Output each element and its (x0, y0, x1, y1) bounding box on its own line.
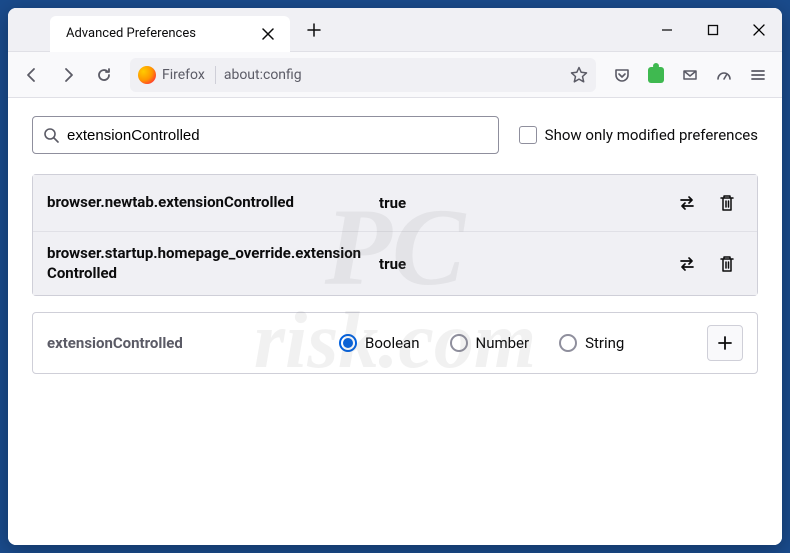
radio-string[interactable]: String (559, 334, 624, 352)
active-tab[interactable]: Advanced Preferences (50, 16, 290, 52)
content-area: Show only modified preferences browser.n… (8, 98, 782, 545)
extension-button[interactable] (640, 59, 672, 91)
type-radio-group: Boolean Number String (339, 334, 695, 352)
toggle-button[interactable] (671, 248, 703, 280)
back-button[interactable] (16, 59, 48, 91)
nav-toolbar: Firefox about:config (8, 52, 782, 98)
radio-icon (450, 334, 468, 352)
search-row: Show only modified preferences (32, 116, 758, 154)
radio-icon (559, 334, 577, 352)
close-icon (262, 28, 274, 40)
maximize-icon (707, 24, 719, 36)
add-pref-button[interactable] (707, 325, 743, 361)
inbox-button[interactable] (674, 59, 706, 91)
pref-search-box[interactable] (32, 116, 499, 154)
radio-number[interactable]: Number (450, 334, 530, 352)
star-icon (570, 66, 588, 84)
tab-title: Advanced Preferences (66, 26, 196, 41)
radio-boolean[interactable]: Boolean (339, 334, 420, 352)
radio-icon (339, 334, 357, 352)
radio-label: String (585, 334, 624, 352)
checkbox-label: Show only modified preferences (545, 126, 758, 144)
new-pref-block: extensionControlled Boolean Number Strin… (32, 312, 758, 374)
swap-icon (678, 255, 696, 273)
pref-value: true (379, 255, 659, 273)
minimize-icon (661, 24, 673, 36)
pref-actions (671, 187, 743, 219)
titlebar: Advanced Preferences (8, 8, 782, 52)
toggle-button[interactable] (671, 187, 703, 219)
pref-row[interactable]: browser.startup.homepage_override.extens… (33, 232, 757, 295)
trash-icon (719, 255, 735, 273)
pocket-button[interactable] (606, 59, 638, 91)
browser-window: Advanced Preferences (8, 8, 782, 545)
tab-close-button[interactable] (256, 22, 280, 46)
radio-label: Number (476, 334, 530, 352)
pref-name: browser.startup.homepage_override.extens… (47, 244, 367, 283)
pref-name: browser.newtab.extensionControlled (47, 193, 367, 213)
trash-icon (719, 194, 735, 212)
arrow-right-icon (60, 67, 76, 83)
minimize-button[interactable] (644, 8, 690, 51)
new-pref-name: extensionControlled (47, 334, 327, 352)
url-text: about:config (224, 67, 562, 83)
pref-row[interactable]: browser.newtab.extensionControlled true (33, 175, 757, 232)
delete-button[interactable] (711, 187, 743, 219)
urlbar-actions (570, 66, 588, 84)
reload-button[interactable] (88, 59, 120, 91)
identity-label: Firefox (162, 67, 205, 83)
window-controls (644, 8, 782, 51)
search-icon (43, 127, 59, 143)
window-close-button[interactable] (736, 8, 782, 51)
toolbar-icons (606, 59, 774, 91)
arrow-left-icon (24, 67, 40, 83)
firefox-logo-icon (138, 66, 156, 84)
checkbox-icon (519, 126, 537, 144)
swap-icon (678, 194, 696, 212)
pref-value: true (379, 194, 659, 212)
puzzle-icon (648, 67, 664, 83)
inbox-icon (682, 67, 698, 83)
delete-button[interactable] (711, 248, 743, 280)
meter-icon (716, 67, 732, 83)
hamburger-icon (750, 67, 766, 83)
pref-search-input[interactable] (67, 127, 488, 144)
hamburger-menu-button[interactable] (742, 59, 774, 91)
forward-button[interactable] (52, 59, 84, 91)
radio-label: Boolean (365, 334, 420, 352)
reload-icon (96, 67, 112, 83)
new-tab-button[interactable] (298, 14, 330, 46)
maximize-button[interactable] (690, 8, 736, 51)
pocket-icon (614, 67, 630, 83)
identity-box[interactable]: Firefox (138, 66, 216, 84)
plus-icon (717, 335, 733, 351)
close-icon (753, 24, 765, 36)
url-bar[interactable]: Firefox about:config (130, 58, 596, 92)
protection-button[interactable] (708, 59, 740, 91)
plus-icon (307, 23, 321, 37)
bookmark-star-button[interactable] (570, 66, 588, 84)
pref-actions (671, 248, 743, 280)
show-only-modified-checkbox[interactable]: Show only modified preferences (519, 126, 758, 144)
pref-results: browser.newtab.extensionControlled true … (32, 174, 758, 296)
